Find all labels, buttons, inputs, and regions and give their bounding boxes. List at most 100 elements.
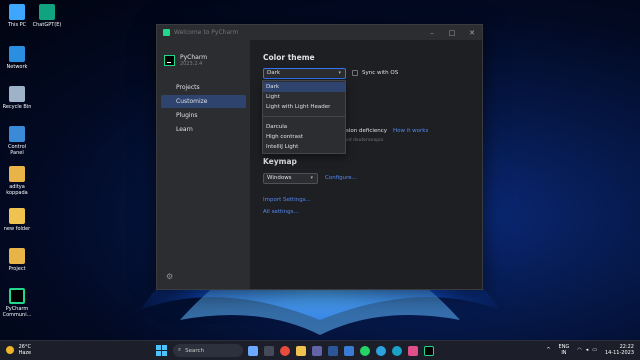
desktop-icon-project[interactable]: Project [2, 248, 32, 272]
theme-select-value: Dark [267, 70, 281, 76]
chevron-down-icon: ▾ [310, 175, 313, 181]
desktop-icon-label: ChatGPT(E) [32, 22, 62, 28]
desktop-icon-label: Project [8, 266, 26, 272]
sidebar-item-projects[interactable]: Projects [161, 81, 246, 94]
language-indicator[interactable]: ENG IN [559, 344, 570, 356]
network-icon [9, 46, 25, 62]
dropdown-separator [263, 116, 345, 117]
theme-option-high-contrast[interactable]: High contrast [263, 132, 345, 142]
edge-icon[interactable] [392, 345, 402, 356]
widgets-icon[interactable] [248, 345, 258, 356]
folder-icon [9, 208, 25, 224]
all-settings-link[interactable]: All settings... [263, 209, 299, 215]
system-tray: ^ ENG IN ◠ ◂ ▭ 22:22 14-11-2023 [546, 344, 634, 356]
vision-deficiency-label: sion deficiency [346, 128, 388, 134]
maximize-button[interactable]: □ [442, 29, 462, 37]
sync-os-checkbox[interactable]: Sync with OS [352, 70, 398, 76]
desktop-icon-label: Recycle Bin [2, 104, 32, 110]
task-view-icon[interactable] [264, 345, 274, 356]
pycharm-logo-icon [164, 55, 175, 66]
how-it-works-link[interactable]: How it works [393, 128, 428, 134]
folder-icon [9, 248, 25, 264]
color-theme-heading: Color theme [263, 53, 315, 62]
theme-option-dark[interactable]: Dark [263, 82, 345, 92]
search-label: Search [185, 347, 204, 354]
word-icon[interactable] [328, 345, 338, 356]
keymap-select[interactable]: Windows ▾ [263, 173, 318, 184]
photos-icon[interactable] [408, 345, 418, 356]
pycharm-taskbar-icon[interactable] [424, 345, 434, 356]
recycle-bin-icon [9, 86, 25, 102]
theme-dropdown-list: Dark Light Light with Light Header Darcu… [262, 80, 346, 154]
product-name: PyCharm [180, 54, 208, 61]
keymap-heading: Keymap [263, 157, 297, 166]
desktop-icon-pycharm[interactable]: PyCharm Communi... [2, 288, 32, 318]
teams-icon[interactable] [312, 345, 322, 356]
pycharm-icon [163, 29, 170, 36]
wifi-icon[interactable]: ◠ [577, 347, 581, 353]
desktop-icon-label: Control Panel [7, 144, 27, 156]
sync-os-label: Sync with OS [362, 70, 399, 76]
desktop-icon-label: Network [6, 64, 28, 70]
taskbar-apps: ⌕ Search [156, 344, 440, 357]
desktop-icon-network[interactable]: Network [2, 46, 32, 70]
desktop-icon-new-folder[interactable]: new folder [2, 208, 32, 232]
sidebar-item-learn[interactable]: Learn [161, 123, 246, 136]
chevron-up-icon[interactable]: ^ [546, 347, 550, 353]
chrome-icon[interactable] [280, 345, 290, 356]
theme-option-intellij-light[interactable]: IntelliJ Light [263, 142, 345, 152]
desktop-icon-this-pc[interactable]: This PC [2, 4, 32, 28]
search-input[interactable]: ⌕ Search [173, 344, 243, 357]
product-brand: PyCharm 2023.2.4 [157, 40, 250, 67]
customize-panel: Color theme Dark ▾ Sync with OS sion def… [250, 40, 482, 289]
theme-option-darcula[interactable]: Darcula [263, 122, 345, 132]
sidebar-item-plugins[interactable]: Plugins [161, 109, 246, 122]
gear-icon[interactable]: ⚙ [166, 272, 173, 281]
desktop-icon-control-panel[interactable]: Control Panel [2, 126, 32, 156]
telegram-icon[interactable] [376, 345, 386, 356]
control-panel-icon [9, 126, 25, 142]
speaker-icon[interactable]: ◂ [586, 347, 589, 353]
sun-icon [6, 346, 14, 354]
lang-region: IN [561, 350, 567, 356]
store-icon[interactable] [344, 345, 354, 356]
clock[interactable]: 22:22 14-11-2023 [605, 344, 634, 356]
weather-desc: Haze [18, 350, 32, 356]
configure-link[interactable]: Configure... [325, 175, 357, 181]
taskbar: 26°C Haze ⌕ Search ^ ENG IN ◠ ◂ ▭ 22:22 [0, 340, 640, 360]
minimize-button[interactable]: – [422, 29, 442, 37]
whatsapp-icon[interactable] [360, 345, 370, 356]
clock-date: 14-11-2023 [604, 350, 634, 356]
chatgpt-icon [39, 4, 55, 20]
desktop-icon-label: new folder [3, 226, 31, 232]
pycharm-icon [9, 288, 25, 304]
folder-icon [9, 166, 25, 182]
sidebar-item-customize[interactable]: Customize [161, 95, 246, 108]
chevron-down-icon: ▾ [338, 70, 341, 76]
window-title: Welcome to PyCharm [174, 29, 239, 36]
close-button[interactable]: ✕ [462, 29, 482, 37]
sidebar: PyCharm 2023.2.4 Projects Customize Plug… [157, 40, 250, 289]
vision-deficiency-hint: ed deuteranopia [346, 138, 384, 143]
desktop-icon-user-folder[interactable]: aditya koppada [2, 166, 32, 196]
import-settings-link[interactable]: Import Settings... [263, 197, 311, 203]
desktop-icon-label: aditya koppada [6, 184, 28, 196]
title-bar[interactable]: Welcome to PyCharm – □ ✕ [157, 25, 482, 40]
sidebar-nav: Projects Customize Plugins Learn [157, 81, 250, 136]
search-icon: ⌕ [178, 347, 182, 353]
file-explorer-icon[interactable] [296, 345, 306, 356]
theme-option-light-header[interactable]: Light with Light Header [263, 102, 345, 112]
monitor-icon [9, 4, 25, 20]
theme-select[interactable]: Dark ▾ [263, 68, 346, 79]
desktop-icon-label: This PC [7, 22, 27, 28]
weather-widget[interactable]: 26°C Haze [6, 344, 31, 356]
windows-start-icon[interactable] [156, 345, 167, 356]
pycharm-welcome-window: Welcome to PyCharm – □ ✕ PyCharm 2023.2.… [156, 24, 483, 290]
desktop-icon-recycle-bin[interactable]: Recycle Bin [2, 86, 32, 110]
theme-option-light[interactable]: Light [263, 92, 345, 102]
battery-icon[interactable]: ▭ [592, 347, 597, 353]
desktop-icon-label: PyCharm Communi... [2, 306, 32, 318]
checkbox-box [352, 70, 358, 76]
keymap-select-value: Windows [267, 175, 292, 181]
desktop-icon-chatgpt[interactable]: ChatGPT(E) [32, 4, 62, 28]
